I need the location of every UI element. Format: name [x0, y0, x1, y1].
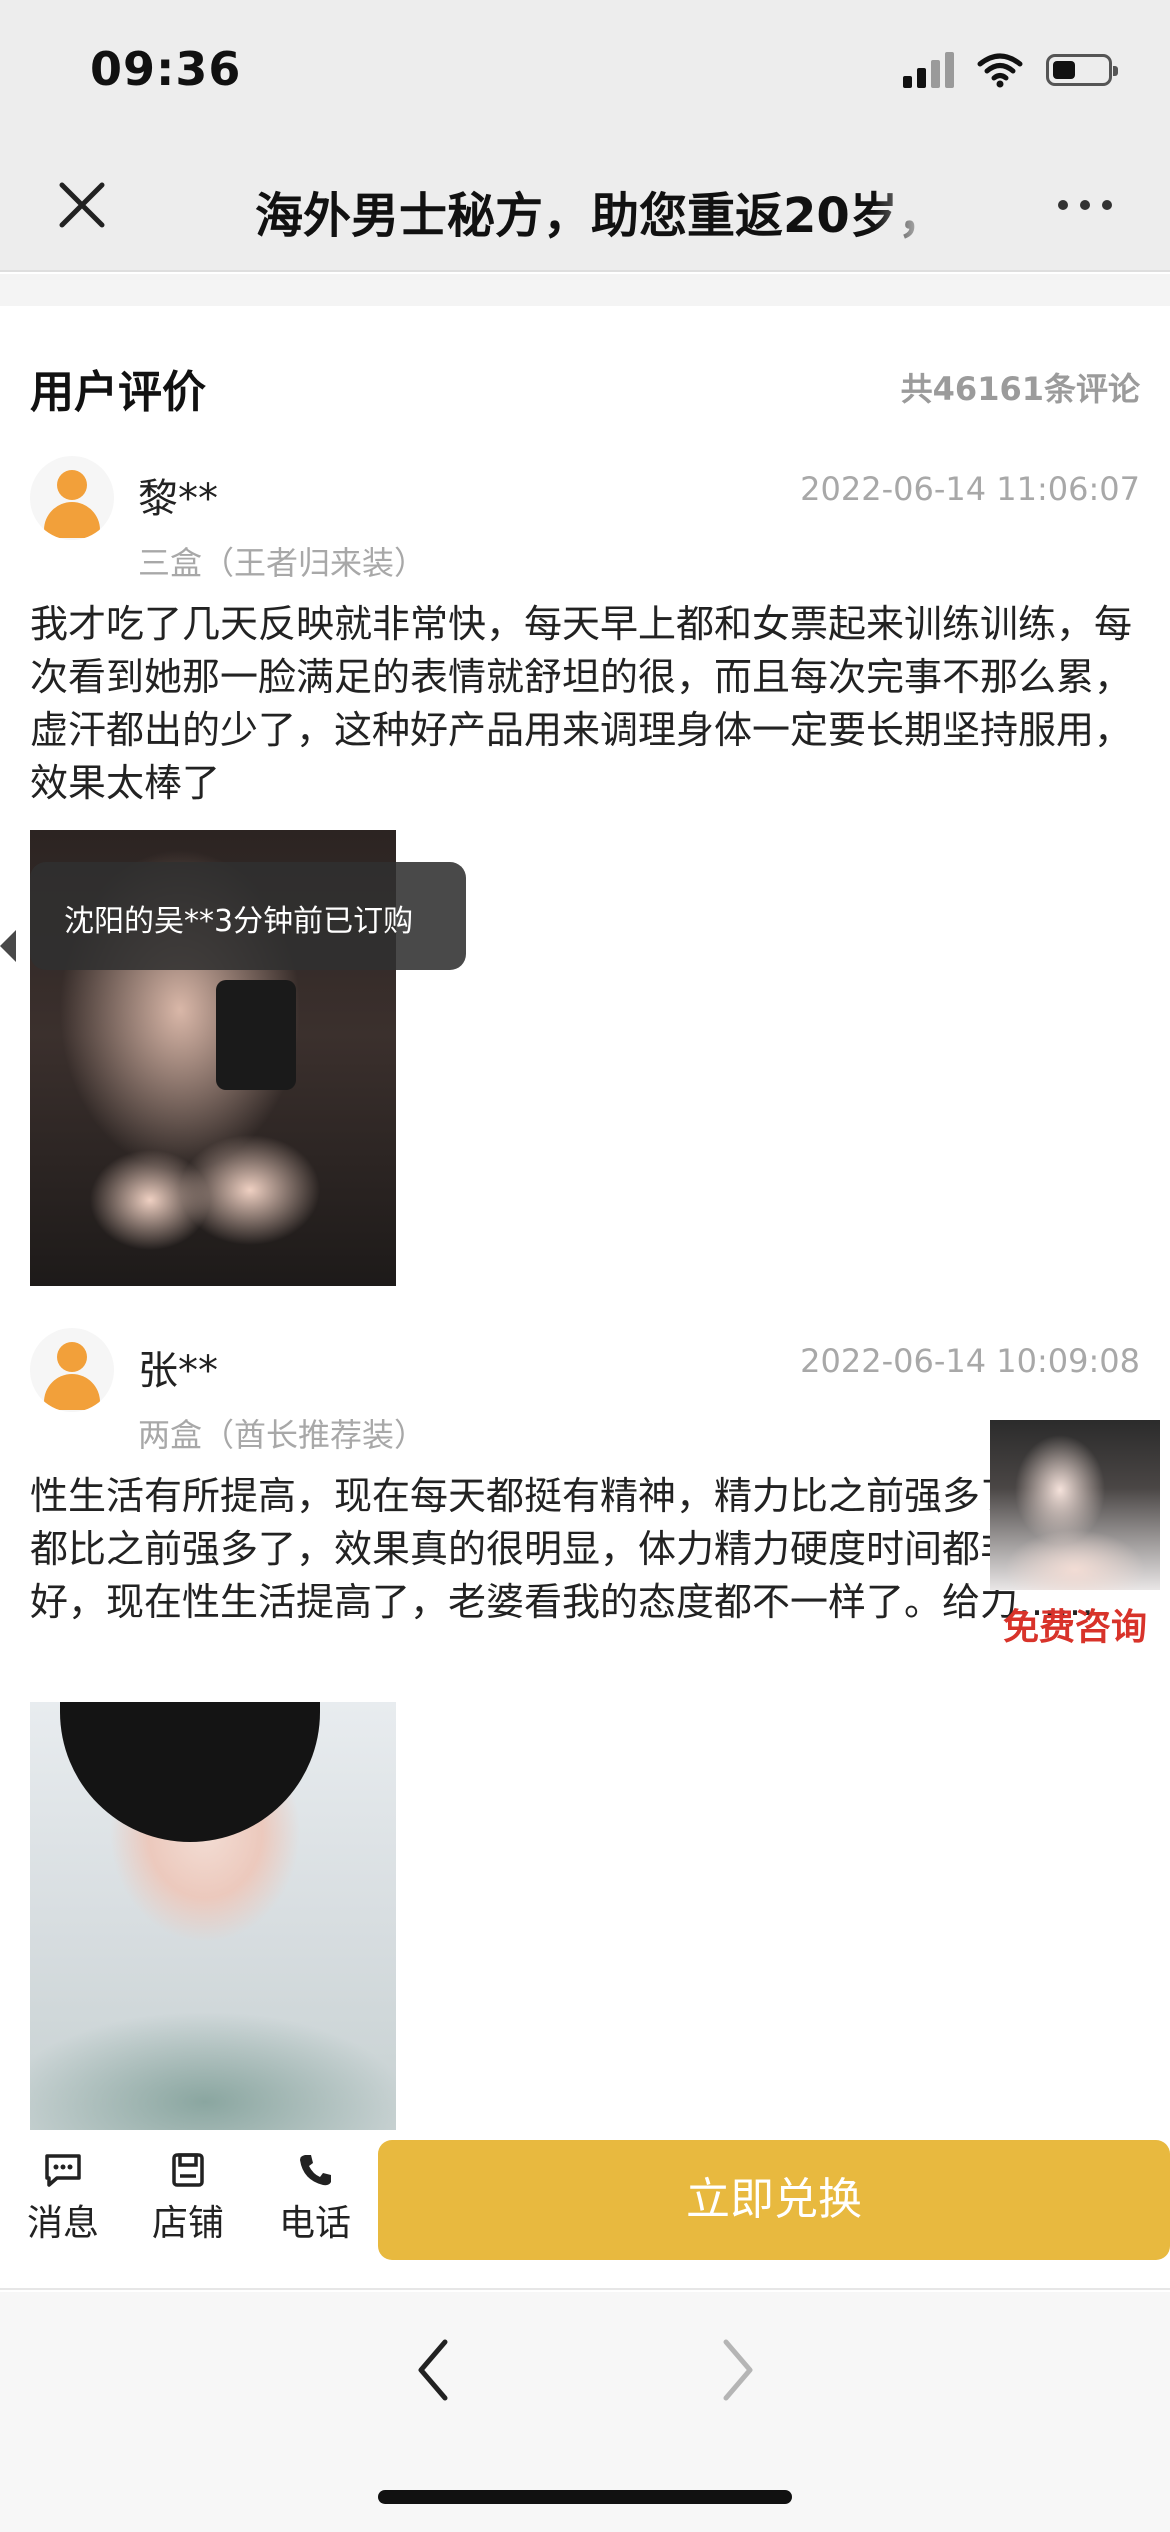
wifi-icon [977, 53, 1023, 88]
status-time: 09:36 [90, 42, 242, 96]
phone-label: 电话 [278, 2203, 351, 2244]
toast-text: 沈阳的吴**3分钟前已订购 [64, 904, 414, 939]
page-title: 海外男士秘方，助您重返20岁， [255, 176, 935, 246]
close-icon[interactable] [52, 175, 112, 235]
phone-button[interactable]: 电话 [260, 2152, 370, 2246]
reviewer-name: 黎** [138, 476, 218, 522]
consult-photo[interactable] [990, 1420, 1160, 1590]
review-photo[interactable] [30, 1702, 396, 2158]
consult-label[interactable]: 免费咨询 [990, 1598, 1160, 1650]
avatar [30, 1328, 114, 1412]
message-button[interactable]: 消息 [8, 2152, 118, 2246]
message-label: 消息 [26, 2203, 99, 2244]
app-screen: 09:36 海外男士秘方，助您重返20岁， 用户评价 共46161条评论 黎**… [0, 0, 1170, 2532]
free-consult-widget[interactable]: 免费咨询 [990, 1420, 1160, 1650]
shop-label: 店铺 [151, 2203, 224, 2244]
message-icon [45, 2154, 81, 2187]
back-arrow-icon[interactable] [405, 2330, 461, 2410]
order-toast: 沈阳的吴**3分钟前已订购 [0, 862, 466, 970]
shop-button[interactable]: 店铺 [133, 2152, 243, 2246]
review-date: 2022-06-14 11:06:07 [800, 470, 1140, 508]
more-icon[interactable] [1058, 200, 1112, 210]
status-icons [903, 52, 1118, 88]
review-count: 共46161条评论 [900, 370, 1140, 408]
bottom-action-bar: 消息 店铺 电话 立即兑换 [0, 2130, 1170, 2290]
divider [0, 274, 1170, 306]
browser-nav-bar [0, 2292, 1170, 2532]
home-indicator[interactable] [378, 2490, 792, 2504]
shop-icon [172, 2153, 204, 2187]
review-text: 我才吃了几天反映就非常快，每天早上都和女票起来训练训练，每次看到她那一脸满足的表… [30, 602, 1133, 805]
forward-arrow-icon[interactable] [710, 2330, 766, 2410]
battery-icon [1046, 54, 1118, 86]
redeem-button[interactable]: 立即兑换 [378, 2140, 1170, 2260]
package-label: 两盒（酋长推荐装） [138, 1416, 427, 1454]
reviewer-name: 张** [138, 1348, 218, 1394]
top-bar: 09:36 海外男士秘方，助您重返20岁， [0, 0, 1170, 272]
page-title-text: 海外男士秘方，助您重返20岁， [255, 188, 935, 244]
avatar [30, 456, 114, 540]
section-title: 用户评价 [30, 367, 206, 418]
phone-icon [300, 2155, 331, 2186]
review-date: 2022-06-14 10:09:08 [800, 1342, 1140, 1380]
package-label: 三盒（王者归来装） [138, 544, 427, 582]
review-text: 性生活有所提高，现在每天都挺有精神，精力比之前强多了，体质都比之前强多了，效果真… [30, 1474, 1133, 1624]
title-fade [875, 176, 935, 246]
signal-icon [903, 52, 954, 88]
